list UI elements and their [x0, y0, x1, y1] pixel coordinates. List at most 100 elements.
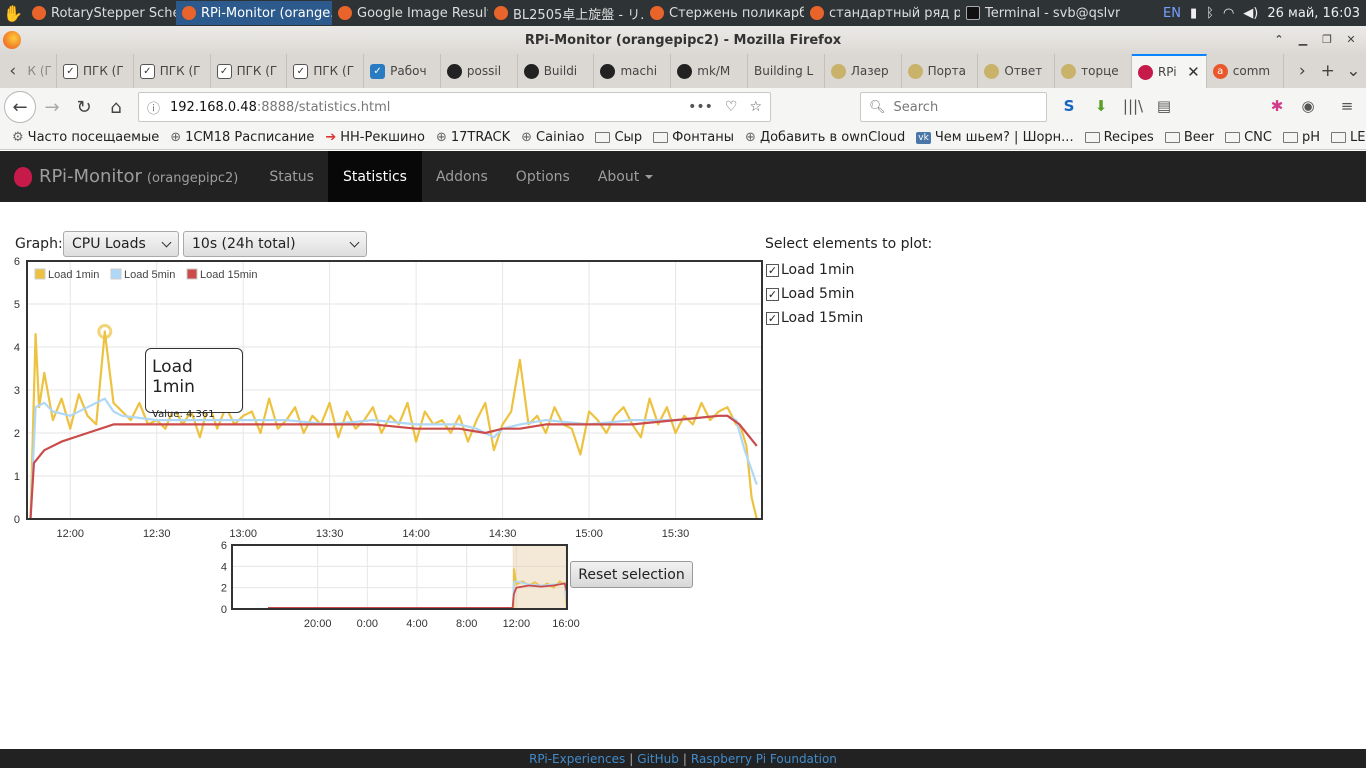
new-tab-icon[interactable]: + [1315, 54, 1341, 88]
menu-icon[interactable]: ≡ [1336, 95, 1358, 117]
reload-icon[interactable]: ↻ [68, 91, 100, 123]
y-tick-label: 4 [221, 561, 227, 573]
battery-icon[interactable]: ▮ [1190, 6, 1197, 21]
bookmark-folder[interactable]: Фонтаны [653, 130, 734, 145]
tab[interactable]: ✓ Рабоч [364, 54, 441, 88]
extension-colorful-icon[interactable]: ✱ [1266, 95, 1288, 117]
bookmark-star-icon[interactable]: ☆ [749, 99, 762, 115]
tab[interactable]: Ответ [978, 54, 1056, 88]
extension-circle-icon[interactable]: ◉ [1297, 95, 1319, 117]
tab[interactable]: торце [1055, 54, 1132, 88]
nav-addons[interactable]: Addons [422, 151, 502, 202]
tab-scroll-left-icon[interactable]: ‹ [0, 54, 26, 88]
footer-link-rpi-experiences[interactable]: RPi-Experiences [529, 752, 625, 766]
bookmark-item[interactable]: ➔ НН-Рекшино [325, 130, 425, 145]
library-icon[interactable]: |||\ [1122, 95, 1144, 117]
footer-link-github[interactable]: GitHub [637, 752, 679, 766]
nav-statistics[interactable]: Statistics [327, 151, 422, 202]
taskbar-task[interactable]: RotaryStepper Sche... [26, 1, 176, 25]
tab[interactable]: mk/M [671, 54, 749, 88]
sidebar-icon[interactable]: ▤ [1153, 95, 1175, 117]
url-bar[interactable]: ⓘ 192.168.0.48:8888/statistics.html ••• … [138, 92, 771, 122]
bookmark-item[interactable]: ⊕ 1CM18 Расписание [170, 130, 314, 145]
nav-options[interactable]: Options [502, 151, 584, 202]
bookmark-item[interactable]: ⊕ Cainiao [521, 130, 584, 145]
wifi-icon[interactable]: ◠ [1223, 6, 1234, 21]
globe-icon: ⊕ [745, 130, 756, 145]
close-icon[interactable]: ✕ [1342, 30, 1360, 48]
github-icon [446, 63, 462, 79]
tab-list-icon[interactable]: ⌄ [1341, 54, 1366, 88]
clock[interactable]: 26 май, 16:03 [1267, 6, 1360, 21]
taskbar-task-active[interactable]: RPi-Monitor (orange... [176, 1, 332, 25]
forward-icon[interactable]: → [36, 91, 68, 123]
reset-selection-button[interactable]: Reset selection [570, 561, 693, 588]
checkbox-load-1min[interactable]: ✓ Load 1min [766, 262, 854, 278]
checkbox-checked-icon[interactable]: ✓ [766, 311, 779, 325]
chevron-down-icon [161, 237, 172, 248]
tab[interactable]: possil [441, 54, 518, 88]
tooltip-title: Load 1min [152, 357, 195, 397]
tab[interactable]: machi [594, 54, 672, 88]
bookmark-item[interactable]: ⊕ 17TRACK [436, 130, 510, 145]
close-tab-icon[interactable]: ✕ [1187, 63, 1200, 81]
keyboard-layout[interactable]: EN [1163, 6, 1181, 21]
tab-strip: ‹ К (Г ✓ ПГК (Г ✓ ПГК (Г ✓ ПГК (Г ✓ ПГК (Г ✓… [0, 54, 1366, 88]
bookmark-folder[interactable]: Сыр [595, 130, 642, 145]
bookmark-folder[interactable]: Beer [1164, 130, 1214, 145]
volume-icon[interactable]: ◀) [1243, 6, 1258, 21]
window-up-icon[interactable]: ⌃ [1270, 30, 1288, 48]
home-icon[interactable]: ⌂ [100, 91, 132, 123]
brand[interactable]: RPi-Monitor (orangepipc2) [0, 166, 238, 187]
tab[interactable]: ✓ ПГК (Г [211, 54, 288, 88]
bookmark-item[interactable]: vk Чем шьем? | Шорн... [916, 130, 1074, 145]
checkbox-checked-icon[interactable]: ✓ [766, 287, 779, 301]
tab[interactable]: Лазер [825, 54, 902, 88]
start-menu-icon[interactable]: ✋ [0, 0, 26, 26]
taskbar-task[interactable]: BL2505卓上旋盤 - リ... [488, 1, 644, 25]
tab[interactable]: К (Г [26, 54, 57, 88]
bookmark-folder[interactable]: Recipes [1084, 130, 1154, 145]
download-helper-icon[interactable]: ⬇ [1090, 95, 1112, 117]
checkbox-load-5min[interactable]: ✓ Load 5min [766, 286, 854, 302]
bluetooth-icon[interactable]: ᛒ [1206, 6, 1214, 21]
pocket-icon[interactable]: ♡ [725, 99, 738, 115]
tab[interactable]: Building L [748, 54, 825, 88]
checkbox-checked-icon[interactable]: ✓ [766, 263, 779, 277]
nav-about[interactable]: About [584, 151, 667, 202]
bookmark-folder[interactable]: pH [1282, 130, 1320, 145]
gear-icon: ⚙ [12, 130, 24, 145]
search-input[interactable]: 🔍︎ Search [860, 92, 1047, 122]
maximize-icon[interactable]: ❐ [1318, 30, 1336, 48]
extension-s-icon[interactable]: S [1058, 95, 1080, 117]
bookmark-item[interactable]: ⚙ Часто посещаемые [12, 130, 159, 145]
bookmark-folder[interactable]: CNC [1225, 130, 1272, 145]
firefox-icon [494, 6, 508, 20]
tab[interactable]: a comm [1207, 54, 1284, 88]
y-tick-label: 4 [14, 342, 20, 354]
tab[interactable]: ✓ ПГК (Г [134, 54, 211, 88]
minimize-icon[interactable]: ▁ [1294, 30, 1312, 48]
tab[interactable]: Buildi [518, 54, 595, 88]
taskbar-task[interactable]: Google Image Result... [332, 1, 488, 25]
taskbar-task[interactable]: Стержень поликарб... [644, 1, 804, 25]
taskbar-task[interactable]: стандартный ряд р... [804, 1, 960, 25]
taskbar-task[interactable]: Terminal - svb@qslvr... [960, 1, 1120, 25]
nav-status[interactable]: Status [255, 151, 328, 202]
tab[interactable]: ✓ ПГК (Г [287, 54, 365, 88]
firefox-icon [338, 6, 352, 20]
overview-chart[interactable]: 0 2 4 6 20:00 0:00 4:00 8:00 12:00 16:00 [205, 538, 585, 633]
info-icon[interactable]: ⓘ [147, 98, 160, 117]
tab-scroll-right-icon[interactable]: › [1290, 54, 1316, 88]
back-icon[interactable]: ← [4, 91, 36, 123]
footer-link-raspberry-pi-foundation[interactable]: Raspberry Pi Foundation [691, 752, 837, 766]
bookmark-item[interactable]: ⊕ Добавить в ownCloud [745, 130, 905, 145]
bookmark-folder[interactable]: LED [1331, 130, 1366, 145]
tab[interactable]: ✓ ПГК (Г [57, 54, 134, 88]
main-chart[interactable]: 012345612:00 12:30 13:00 13:30 14:00 14:30 15:… [0, 250, 770, 550]
tab-active[interactable]: RPi ✕ [1131, 54, 1207, 88]
tab[interactable]: Порта [902, 54, 979, 88]
page-actions-icon[interactable]: ••• [688, 99, 713, 115]
url-host: 192.168.0.48 [170, 99, 257, 115]
checkbox-load-15min[interactable]: ✓ Load 15min [766, 310, 863, 326]
